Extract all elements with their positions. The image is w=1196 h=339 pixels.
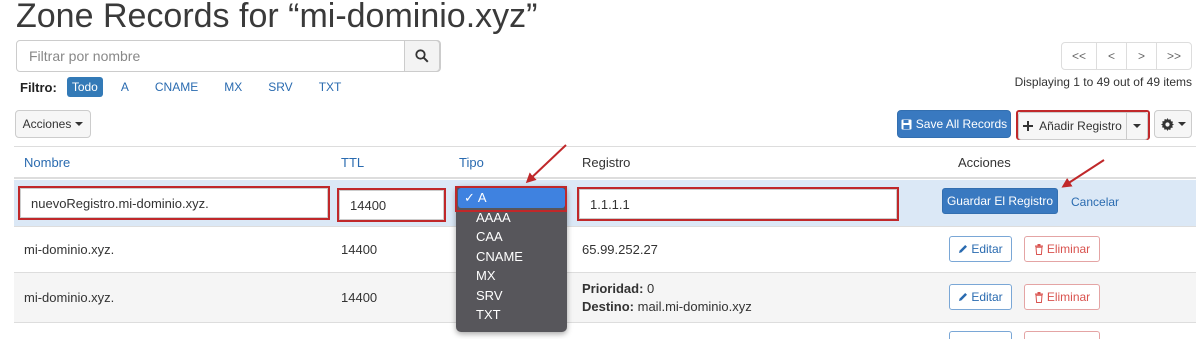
- table-top-border: [14, 146, 1196, 147]
- type-option-mx[interactable]: MX: [456, 266, 567, 286]
- page-title: Zone Records for “mi-dominio.xyz”: [16, 0, 538, 35]
- caret-down-icon: [75, 122, 84, 126]
- edit-button[interactable]: Editar: [949, 236, 1012, 262]
- record-value-input[interactable]: 1.1.1.1: [577, 187, 899, 221]
- type-option-txt[interactable]: TXT: [456, 305, 567, 325]
- destination-label: Destino:: [582, 299, 634, 314]
- table-row: [14, 272, 1196, 322]
- search-box: [16, 40, 441, 72]
- search-icon: [415, 49, 429, 63]
- pagination: << < > >>: [1061, 42, 1192, 70]
- filter-mx[interactable]: MX: [220, 78, 246, 96]
- filter-a[interactable]: A: [117, 78, 133, 96]
- column-header-registro: Registro: [582, 155, 631, 170]
- next-page-button[interactable]: >: [1126, 42, 1157, 70]
- filter-txt[interactable]: TXT: [315, 78, 346, 96]
- table-row: [14, 322, 1196, 338]
- first-page-button[interactable]: <<: [1061, 42, 1097, 70]
- search-button[interactable]: [404, 40, 440, 72]
- column-header-tipo[interactable]: Tipo: [459, 155, 484, 170]
- caret-down-icon: [1177, 122, 1186, 126]
- acciones-label: Acciones: [22, 117, 72, 131]
- settings-dropdown-button[interactable]: [1154, 110, 1192, 138]
- add-record-dropdown-toggle[interactable]: [1127, 112, 1148, 140]
- gear-icon: [1160, 117, 1174, 131]
- type-select-highlight: [455, 186, 567, 212]
- save-all-label: Save All Records: [915, 117, 1008, 131]
- record-ttl: 14400: [341, 290, 378, 305]
- filter-todo[interactable]: Todo: [66, 77, 103, 97]
- save-all-records-button[interactable]: Save All Records: [897, 110, 1011, 138]
- type-option-cname[interactable]: CNAME: [456, 247, 567, 267]
- add-record-button-group: Añadir Registro: [1016, 110, 1150, 140]
- filter-cname[interactable]: CNAME: [151, 78, 202, 96]
- arrow-icon: [525, 144, 567, 184]
- pencil-icon: [959, 293, 968, 301]
- record-name: mi-dominio.xyz.: [24, 290, 115, 305]
- destination-value: mail.mi-dominio.xyz: [637, 299, 752, 314]
- type-option-caa[interactable]: CAA: [456, 227, 567, 247]
- edit-label: Editar: [971, 290, 1003, 304]
- caret-down-icon: [1133, 124, 1141, 128]
- pencil-icon: [959, 245, 968, 253]
- record-name: mi-dominio.xyz.: [24, 242, 115, 257]
- type-option-srv[interactable]: SRV: [456, 286, 567, 306]
- priority-label: Prioridad:: [582, 281, 644, 296]
- record-ttl: 14400: [341, 242, 378, 257]
- filter-label: Filtro:: [20, 79, 57, 95]
- floppy-disk-icon: [901, 119, 912, 129]
- column-header-ttl[interactable]: TTL: [341, 155, 364, 170]
- column-header-nombre[interactable]: Nombre: [24, 155, 70, 170]
- plus-icon: [1023, 121, 1034, 131]
- filter-bar: Filtro: Todo A CNAME MX SRV TXT: [20, 77, 363, 97]
- results-count: Displaying 1 to 49 out of 49 items: [1014, 75, 1192, 89]
- column-header-acciones: Acciones: [958, 155, 1011, 170]
- edit-label: Editar: [971, 242, 1003, 256]
- filter-srv[interactable]: SRV: [264, 78, 296, 96]
- priority-value: 0: [647, 281, 655, 296]
- acciones-dropdown-button[interactable]: Acciones: [15, 110, 91, 138]
- record-value: 65.99.252.27: [582, 242, 658, 257]
- delete-button[interactable]: Eliminar: [1024, 236, 1100, 262]
- mx-destination: Destino: mail.mi-dominio.xyz: [582, 299, 752, 314]
- delete-label: Eliminar: [1046, 242, 1091, 256]
- edit-button[interactable]: Editar: [949, 284, 1012, 310]
- search-input[interactable]: [17, 41, 406, 71]
- ttl-input[interactable]: 14400: [337, 188, 446, 222]
- delete-label: Eliminar: [1046, 290, 1091, 304]
- mx-priority: Prioridad: 0: [582, 281, 654, 296]
- last-page-button[interactable]: >>: [1156, 42, 1192, 70]
- cancel-link[interactable]: Cancelar: [1071, 195, 1119, 209]
- table-header-border: [14, 177, 1196, 179]
- trash-icon: [1034, 243, 1043, 255]
- trash-icon: [1034, 291, 1043, 303]
- add-record-button[interactable]: Añadir Registro: [1018, 112, 1127, 140]
- save-record-button[interactable]: Guardar El Registro: [942, 188, 1058, 214]
- prev-page-button[interactable]: <: [1096, 42, 1127, 70]
- add-record-label: Añadir Registro: [1039, 119, 1122, 133]
- record-name-input[interactable]: nuevoRegistro.mi-dominio.xyz.: [18, 186, 330, 220]
- delete-button[interactable]: Eliminar: [1024, 284, 1100, 310]
